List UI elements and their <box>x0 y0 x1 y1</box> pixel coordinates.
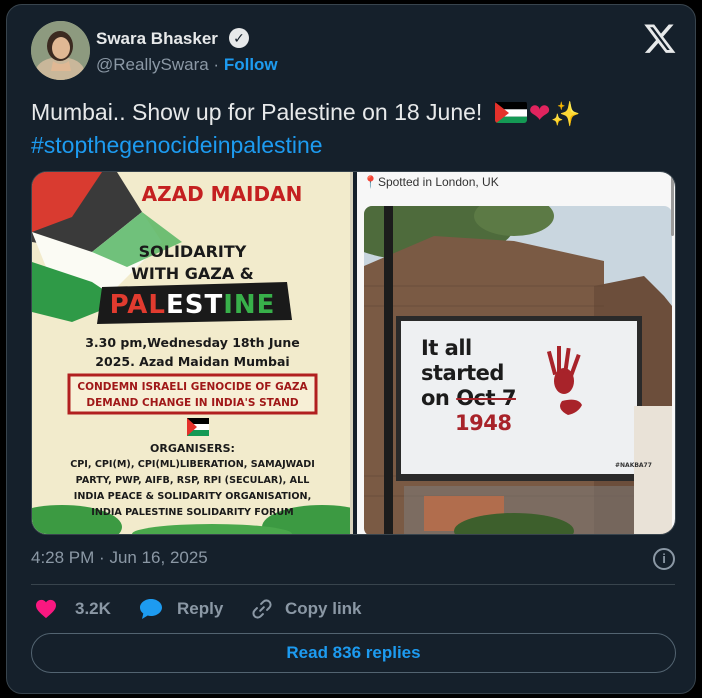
timestamp-separator: · <box>99 548 105 567</box>
copy-link-button[interactable]: Copy link <box>251 597 362 621</box>
poster-line2: WITH GAZA & <box>131 264 254 283</box>
billboard-line1: It all <box>421 336 472 360</box>
poster-venue: AZAD MAIDAN <box>141 182 303 206</box>
reply-button[interactable]: Reply <box>139 597 223 621</box>
avatar[interactable] <box>31 21 90 80</box>
verified-badge-icon: ✓ <box>229 28 249 48</box>
poster-org3: INDIA PEACE & SOLIDARITY ORGANISATION, <box>73 491 312 502</box>
billboard-line2: started <box>421 361 504 385</box>
poster-palestine-c: INE <box>223 290 276 320</box>
tweet-card: Swara Bhasker ✓ @ReallySwara · Follow Mu… <box>6 4 696 694</box>
link-icon <box>252 599 272 619</box>
location-pin-icon: 📍 <box>363 175 378 189</box>
media-grid: AZAD MAIDAN SOLIDARITY WITH GAZA & PALES… <box>31 171 676 535</box>
copy-link-label: Copy link <box>285 599 362 618</box>
poster-demand1: CONDEMN ISRAELI GENOCIDE OF GAZA <box>77 381 308 393</box>
billboard-tag: #NAKBA77 <box>615 462 652 469</box>
sparkles-icon: ✨ <box>550 101 581 128</box>
photo-scene <box>364 206 672 534</box>
heart-icon <box>36 599 56 619</box>
billboard-line3: on Oct 7 <box>421 386 516 411</box>
billboard-text: It all started on Oct 7 1948 <box>421 336 516 436</box>
poster-org1: CPI, CPI(M), CPI(ML)LIBERATION, SAMAJWAD… <box>70 459 315 470</box>
hashtag-link[interactable]: #stopthegenocideinpalestine <box>31 130 671 161</box>
follow-button[interactable]: Follow <box>224 55 278 74</box>
poster-org4: INDIA PALESTINE SOLIDARITY FORUM <box>91 507 294 518</box>
palestine-flag-icon <box>494 101 527 123</box>
photo-caption: 📍Spotted in London, UK <box>363 175 499 189</box>
divider <box>31 584 675 585</box>
reply-label: Reply <box>177 599 224 618</box>
poster-datetime2: 2025. Azad Maidan Mumbai <box>95 354 290 369</box>
poster-palestine-a: PAL <box>109 290 166 320</box>
author-handle[interactable]: @ReallySwara <box>96 55 209 74</box>
photo-scrollbar[interactable] <box>671 176 674 236</box>
billboard-struck: Oct 7 <box>456 386 516 410</box>
reply-bubble-icon <box>140 599 162 619</box>
poster-palestine-b: EST <box>165 290 224 320</box>
author-name[interactable]: Swara Bhasker <box>96 29 218 49</box>
read-replies-button[interactable]: Read 836 replies <box>31 633 676 673</box>
tweet-date: Jun 16, 2025 <box>109 548 208 567</box>
tweet-text: Mumbai.. Show up for Palestine on 18 Jun… <box>31 97 671 161</box>
billboard-on: on <box>421 386 450 410</box>
poster-organisers-title: ORGANISERS: <box>150 442 235 455</box>
poster-line1: SOLIDARITY <box>138 242 247 261</box>
poster-datetime1: 3.30 pm,Wednesday 18th June <box>85 335 300 350</box>
billboard-year: 1948 <box>455 411 512 435</box>
tweet-timestamp[interactable]: 4:28 PM · Jun 16, 2025 <box>31 548 208 568</box>
poster-image[interactable]: AZAD MAIDAN SOLIDARITY WITH GAZA & PALES… <box>32 172 353 534</box>
like-button[interactable]: 3.2K <box>35 597 111 621</box>
tweet-body: Mumbai.. Show up for Palestine on 18 Jun… <box>31 99 483 125</box>
photo-caption-text: Spotted in London, UK <box>377 175 499 189</box>
billboard-photo[interactable]: 📍Spotted in London, UK It all started on… <box>357 172 675 534</box>
like-count: 3.2K <box>75 599 111 618</box>
author-handle-line: @ReallySwara · Follow <box>96 55 278 75</box>
red-heart-icon: ❤ <box>528 98 551 128</box>
tweet-time: 4:28 PM <box>31 548 95 567</box>
info-icon[interactable]: i <box>653 548 675 570</box>
poster-demand2: DEMAND CHANGE IN INDIA'S STAND <box>86 397 299 409</box>
poster-org2: PARTY, PWP, AIFB, RSP, RPI (SECULAR), AL… <box>75 475 310 486</box>
x-logo-icon[interactable] <box>643 21 677 55</box>
poster-palestine: PALESTINE <box>32 290 353 320</box>
handle-separator: · <box>213 55 220 74</box>
